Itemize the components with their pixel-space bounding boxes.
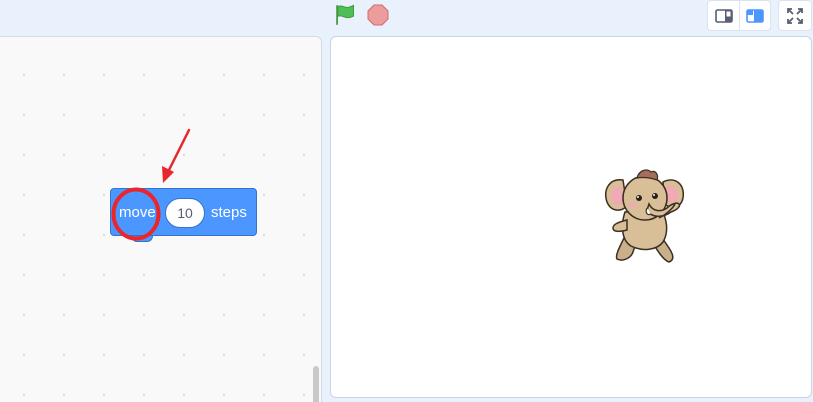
steps-input[interactable]: 10 [165, 198, 205, 228]
stage-header [0, 0, 813, 36]
green-flag-icon[interactable] [333, 3, 357, 27]
stop-sign-icon[interactable] [366, 3, 390, 27]
stage[interactable] [330, 36, 812, 398]
fullscreen-icon [787, 7, 803, 24]
normal-stage-button[interactable] [739, 0, 771, 31]
small-stage-icon [714, 8, 733, 23]
scratch-editor: move 10 steps [0, 0, 813, 402]
workspace-scrollbar[interactable] [313, 366, 319, 402]
steps-label: steps [211, 204, 247, 221]
normal-stage-icon [746, 8, 764, 23]
fullscreen-button[interactable] [778, 0, 812, 31]
small-stage-button[interactable] [707, 0, 739, 31]
move-label: move [119, 204, 156, 221]
elephant-sprite[interactable] [601, 162, 693, 270]
move-steps-block[interactable]: move 10 steps [110, 188, 257, 236]
